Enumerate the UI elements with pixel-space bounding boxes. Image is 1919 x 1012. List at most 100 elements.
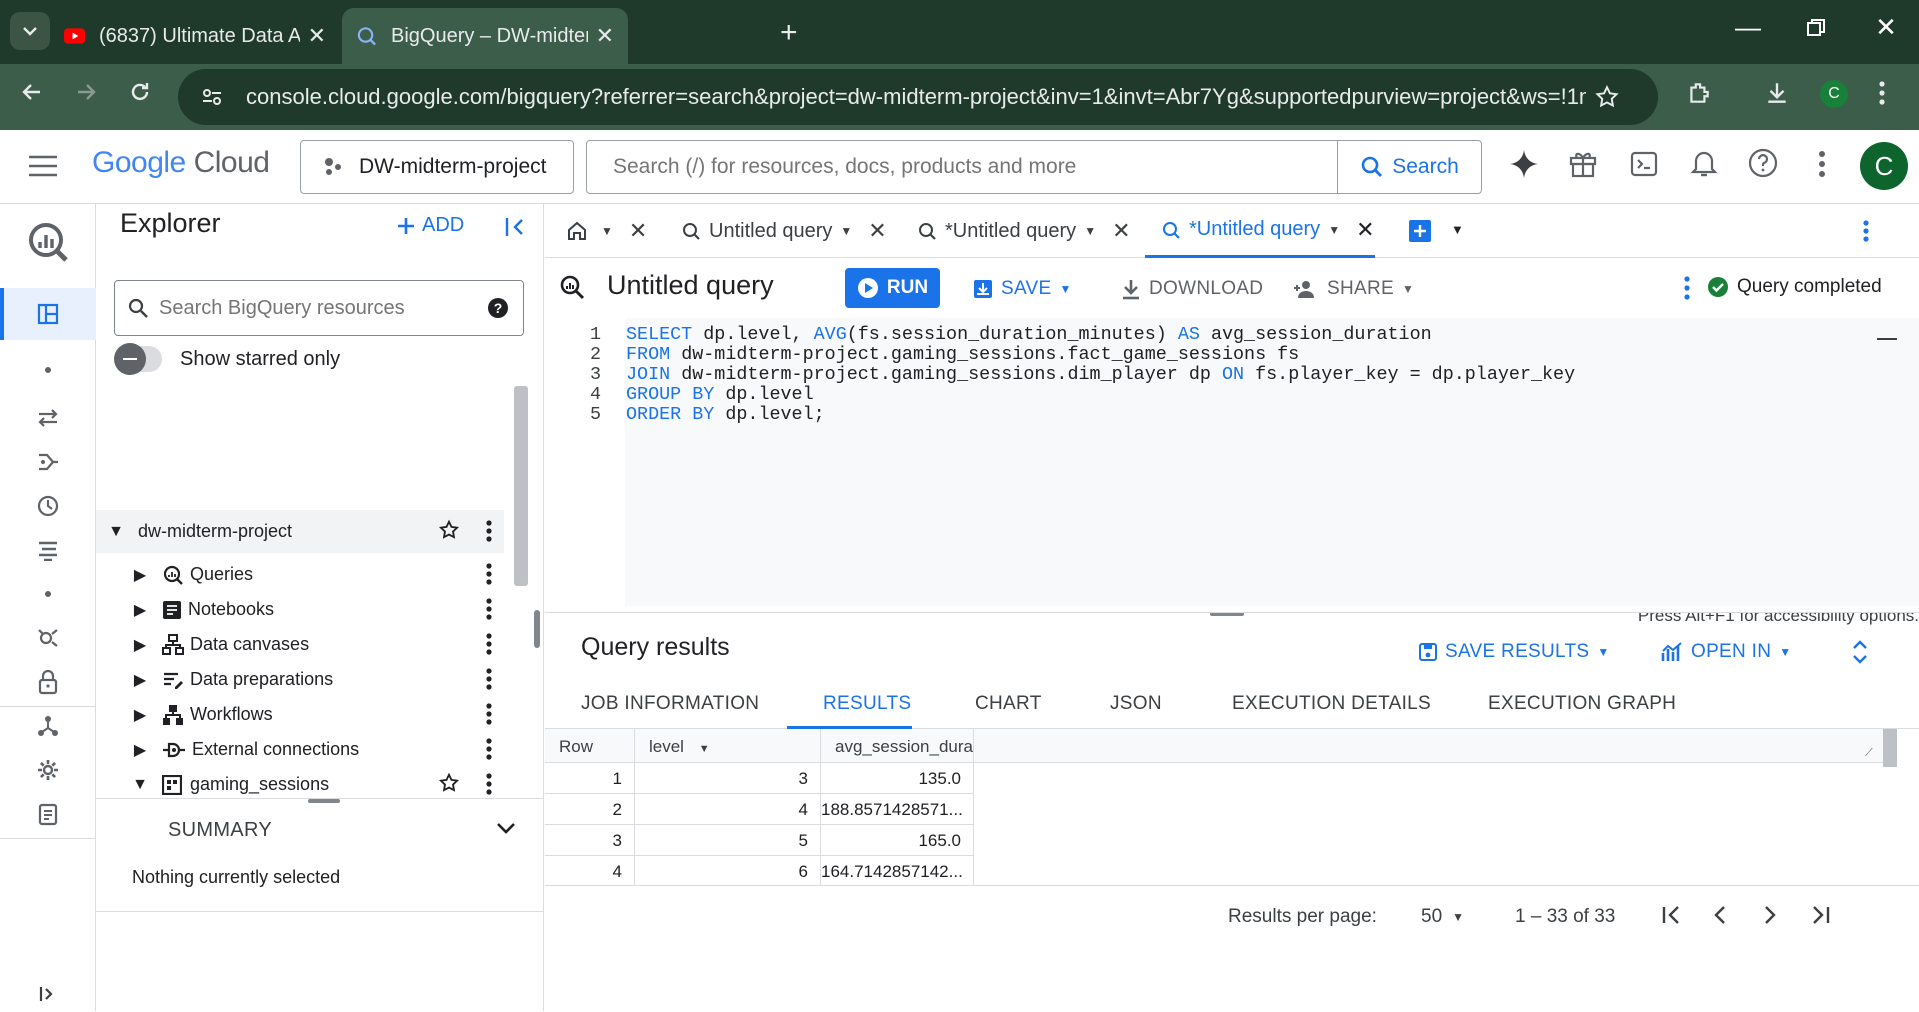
code-line[interactable]: JOIN dw-midterm-project.gaming_sessions.… [626,364,1575,385]
close-icon[interactable]: ✕ [629,218,647,244]
column-header-avg-session-duration[interactable]: avg_session_duratio [821,729,974,763]
browser-tab-bigquery[interactable]: BigQuery – DW-midterm-projec ✕ [342,8,628,64]
url-text[interactable]: console.cloud.google.com/bigquery?referr… [246,84,1586,110]
kebab-menu-icon[interactable] [486,563,492,585]
code-line[interactable]: SELECT dp.level, AVG(fs.session_duration… [626,324,1432,345]
run-button[interactable]: RUN [845,268,940,308]
caret-down-icon[interactable]: ▼ [840,224,852,238]
share-button[interactable]: SHARE ▼ [1293,278,1414,300]
help-icon[interactable] [1748,148,1778,178]
bigquery-logo-icon[interactable] [24,218,72,266]
studio-icon[interactable] [30,296,66,332]
close-icon[interactable]: ✕ [596,23,614,49]
last-page-icon[interactable] [1809,904,1831,926]
query-title[interactable]: Untitled query [607,270,774,301]
caret-down-icon[interactable]: ▼ [132,776,148,794]
tab-json[interactable]: JSON [1110,693,1162,715]
caret-down-icon[interactable]: ▼ [1451,222,1464,237]
summary-resize-handle[interactable] [308,799,340,803]
more-options-icon[interactable] [1683,276,1691,300]
close-icon[interactable]: ✕ [868,218,886,244]
address-bar[interactable]: console.cloud.google.com/bigquery?referr… [178,69,1658,125]
scheduled-queries-icon[interactable] [30,488,66,524]
tab-chart[interactable]: CHART [975,693,1042,715]
kebab-menu-icon[interactable] [486,598,492,620]
caret-right-icon[interactable]: ▶ [132,635,148,655]
previous-page-icon[interactable] [1709,904,1731,926]
level-cell[interactable]: 5 [635,825,821,856]
caret-down-icon[interactable]: ▼ [1084,224,1096,238]
caret-down-icon[interactable]: ▼ [1402,282,1414,296]
level-cell[interactable]: 3 [635,763,821,794]
download-icon[interactable] [1764,80,1790,106]
close-window-button[interactable]: ✕ [1866,12,1906,43]
per-page-select[interactable]: 50 ▼ [1421,906,1464,928]
more-options-icon[interactable] [1862,220,1870,242]
explorer-search[interactable]: ? [114,280,524,336]
global-search[interactable]: Search [586,140,1482,194]
save-results-button[interactable]: SAVE RESULTS ▼ [1419,641,1610,663]
site-settings-icon[interactable] [200,85,224,109]
caret-right-icon[interactable]: ▶ [132,705,148,725]
new-tab-button[interactable]: + [780,16,798,50]
forward-icon[interactable] [74,80,98,104]
code-line[interactable]: GROUP BY dp.level [626,384,814,405]
summary-title[interactable]: SUMMARY [168,819,272,842]
star-icon[interactable] [438,519,460,541]
level-cell[interactable]: 4 [635,794,821,825]
reload-icon[interactable] [128,80,152,104]
tab-query-1[interactable]: Untitled query ▼ ✕ [681,204,887,258]
data-transfers-icon[interactable] [30,400,66,436]
kebab-menu-icon[interactable] [486,773,492,795]
browser-tab-youtube[interactable]: (6837) Ultimate Data Analyst Bo ✕ [50,8,340,64]
kebab-menu-icon[interactable] [486,633,492,655]
sort-desc-icon[interactable]: ▼ [699,743,710,755]
back-icon[interactable] [20,80,44,104]
tab-query-2[interactable]: *Untitled query ▼ ✕ [917,204,1131,258]
collapse-panel-icon[interactable] [504,216,526,238]
minimize-button[interactable]: — [1728,12,1768,43]
open-in-button[interactable]: OPEN IN ▼ [1661,641,1791,663]
sql-editor[interactable]: 1 2 3 4 5 SELECT dp.level, AVG(fs.sessio… [545,318,1919,625]
level-cell[interactable]: 6 [635,856,821,885]
kebab-menu-icon[interactable] [486,738,492,760]
account-avatar[interactable]: C [1860,142,1908,190]
tab-search-button[interactable] [10,12,50,50]
caret-right-icon[interactable]: ▶ [132,565,148,585]
profile-avatar[interactable]: C [1820,80,1848,108]
caret-right-icon[interactable]: ▶ [132,670,148,690]
caret-down-icon[interactable]: ▼ [1328,223,1340,237]
avg-cell[interactable]: 165.0 [821,825,974,856]
query-history-icon[interactable] [30,532,66,568]
lock-icon[interactable] [30,664,66,700]
kebab-menu-icon[interactable] [486,703,492,725]
google-cloud-logo[interactable]: Google Cloud [92,146,270,180]
column-header-level[interactable]: level ▼ [635,729,821,763]
search-button[interactable]: Search [1337,141,1481,193]
avg-cell[interactable]: 135.0 [821,763,974,794]
download-button[interactable]: DOWNLOAD [1121,278,1263,300]
bookmark-star-icon[interactable] [1594,84,1620,110]
notifications-icon[interactable] [1690,148,1718,178]
caret-down-icon[interactable]: ▼ [601,224,613,238]
resize-corner-icon[interactable]: ⟋ [1865,747,1873,760]
tab-results[interactable]: RESULTS [823,693,911,715]
caret-down-icon[interactable]: ▼ [1059,282,1071,296]
gift-icon[interactable] [1568,148,1598,178]
tab-execution-details[interactable]: EXECUTION DETAILS [1232,693,1431,715]
release-notes-icon[interactable] [30,796,66,832]
kebab-menu-icon[interactable] [486,668,492,690]
explorer-search-input[interactable] [149,296,487,320]
tab-query-3[interactable]: *Untitled query ▼ ✕ [1145,204,1375,258]
close-icon[interactable]: ✕ [1356,217,1374,243]
caret-right-icon[interactable]: ▶ [132,600,148,620]
starred-toggle[interactable] [114,343,162,375]
code-line[interactable]: ORDER BY dp.level; [626,404,825,425]
avg-cell[interactable]: 164.7142857142... [821,856,974,885]
browser-menu-icon[interactable] [1878,80,1886,106]
monitoring-icon[interactable] [30,620,66,656]
caret-down-icon[interactable]: ▼ [108,523,124,541]
hamburger-menu-icon[interactable] [28,154,58,178]
expand-collapse-icon[interactable] [1851,639,1869,665]
explorer-resize-handle[interactable] [534,610,540,648]
